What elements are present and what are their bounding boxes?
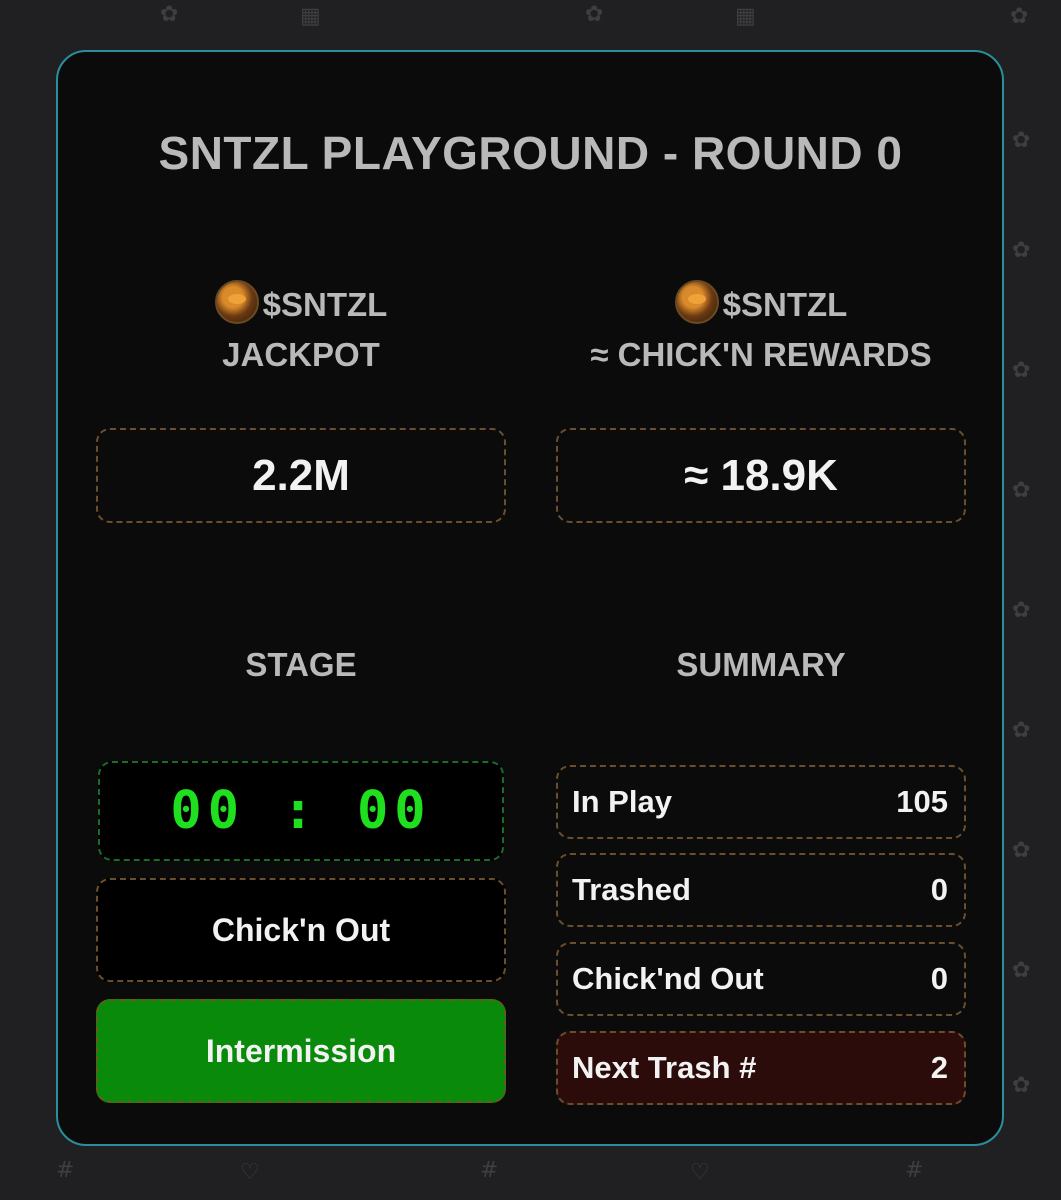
hopscotch-doodle-icon: ▦ [735, 4, 756, 29]
flower-doodle-icon: ✿ [1012, 1073, 1031, 1098]
intermission-status-button[interactable]: Intermission [96, 999, 506, 1103]
timer-value: 00 : 00 [170, 781, 432, 841]
summary-row-chicknd-out: Chick'nd Out 0 [556, 942, 966, 1016]
summary-label: Trashed [572, 872, 691, 907]
rewards-header: $SNTZL ≈ CHICK'N REWARDS [556, 280, 966, 380]
stage-heading: STAGE [245, 646, 357, 683]
flower-doodle-icon: ✿ [585, 2, 604, 27]
rewards-label: ≈ CHICK'N REWARDS [590, 336, 932, 373]
jackpot-value-box: 2.2M [96, 428, 506, 523]
sntzl-coin-icon [674, 280, 719, 324]
hopscotch-doodle-icon: ▦ [300, 4, 321, 29]
summary-label: In Play [572, 784, 672, 819]
summary-value: 0 [930, 961, 948, 996]
summary-row-next-trash: Next Trash # 2 [556, 1031, 966, 1105]
chickn-out-label: Chick'n Out [211, 911, 391, 948]
flower-doodle-icon: ✿ [1012, 958, 1031, 983]
flower-doodle-icon: ✿ [1012, 238, 1031, 263]
jackpot-value: 2.2M [252, 450, 350, 500]
flower-doodle-icon: ✿ [1012, 718, 1031, 743]
summary-value: 0 [930, 872, 948, 907]
summary-heading: SUMMARY [676, 646, 846, 683]
flower-doodle-icon: ✿ [1010, 4, 1029, 29]
flower-doodle-icon: ✿ [1012, 358, 1031, 383]
jackpot-token: $SNTZL [262, 286, 388, 323]
summary-row-in-play: In Play 105 [556, 765, 966, 839]
flower-doodle-icon: ✿ [1012, 598, 1031, 623]
heart-doodle-icon: ♡ [690, 1160, 710, 1185]
tictactoe-doodle-icon: # [480, 1158, 499, 1183]
rewards-value-box: ≈ 18.9K [556, 428, 966, 523]
summary-value: 105 [896, 784, 948, 819]
page-title: SNTZL PLAYGROUND - ROUND 0 [158, 127, 903, 179]
flower-doodle-icon: ✿ [1012, 838, 1031, 863]
summary-value: 2 [930, 1050, 948, 1085]
summary-label: Chick'nd Out [572, 961, 764, 996]
flower-doodle-icon: ✿ [160, 2, 179, 27]
page-background: ✿ ▦ ✿ ▦ ✿ ✿ ✿ ✿ ✿ ✿ ✿ ✿ ✿ ✿ # ♡ # ♡ # SN… [0, 0, 1061, 1200]
tictactoe-doodle-icon: # [905, 1158, 924, 1183]
jackpot-label: JACKPOT [222, 336, 380, 373]
sntzl-coin-icon [214, 280, 259, 324]
jackpot-header: $SNTZL JACKPOT [96, 280, 506, 380]
summary-row-trashed: Trashed 0 [556, 853, 966, 927]
flower-doodle-icon: ✿ [1012, 478, 1031, 503]
summary-label: Next Trash # [572, 1050, 757, 1085]
chickn-out-button[interactable]: Chick'n Out [96, 878, 506, 982]
heart-doodle-icon: ♡ [240, 1160, 260, 1185]
intermission-label: Intermission [205, 1032, 397, 1069]
rewards-value: ≈ 18.9K [684, 450, 838, 500]
rewards-token: $SNTZL [722, 286, 848, 323]
tictactoe-doodle-icon: # [56, 1158, 75, 1183]
stage-timer: 00 : 00 [98, 761, 504, 861]
